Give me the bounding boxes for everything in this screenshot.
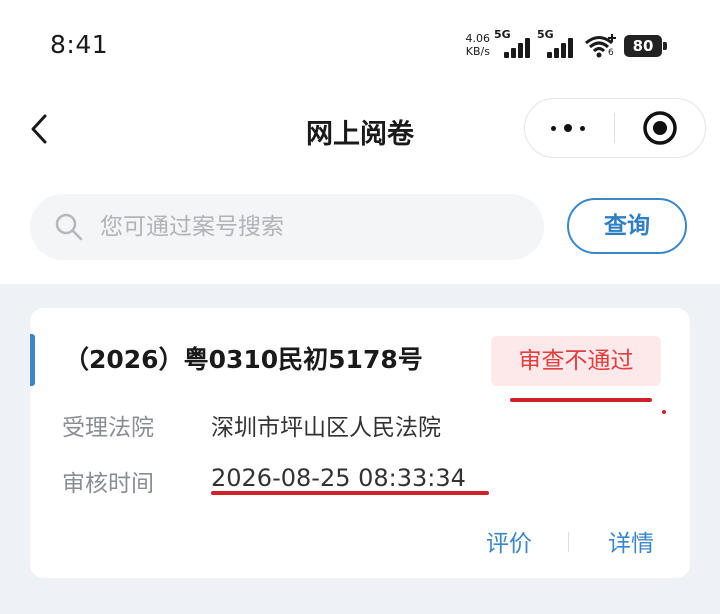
target-circle-icon bbox=[643, 111, 677, 145]
detail-link[interactable]: 详情 bbox=[608, 524, 654, 558]
chevron-left-icon bbox=[31, 114, 47, 144]
case-card[interactable]: （2026）粤0310民初5178号 审查不通过 受理法院 深圳市坪山区人民法院… bbox=[30, 308, 690, 578]
review-time-value: 2026-08-25 08:33:34 bbox=[211, 464, 466, 492]
query-button[interactable]: 查询 bbox=[567, 198, 687, 254]
search-area: 查询 bbox=[0, 172, 720, 284]
battery-tip bbox=[663, 42, 667, 50]
close-mini-program-button[interactable] bbox=[641, 109, 679, 147]
nav-bar: 网上阅卷 bbox=[0, 92, 720, 172]
status-time: 8:41 bbox=[50, 30, 109, 59]
wifi-sub-label: 6 bbox=[608, 48, 614, 58]
status-bar: 8:41 4.06 KB/s 5G 5G 6 80 bbox=[0, 0, 720, 92]
status-badge: 审查不通过 bbox=[491, 336, 661, 386]
wifi-icon: 6 bbox=[584, 34, 618, 62]
annotation-underline-status bbox=[510, 398, 652, 402]
action-divider bbox=[568, 532, 569, 552]
case-list: （2026）粤0310民初5178号 审查不通过 受理法院 深圳市坪山区人民法院… bbox=[0, 284, 720, 614]
court-value: 深圳市坪山区人民法院 bbox=[211, 415, 441, 441]
case-number: （2026）粤0310民初5178号 bbox=[64, 345, 423, 374]
more-button[interactable] bbox=[545, 113, 595, 143]
card-accent-bar bbox=[30, 334, 35, 386]
search-input[interactable] bbox=[100, 194, 520, 260]
mini-program-capsule bbox=[524, 98, 706, 158]
back-button[interactable] bbox=[26, 112, 56, 146]
review-time-label: 审核时间 bbox=[62, 471, 154, 497]
search-icon bbox=[55, 213, 83, 241]
annotation-underline-time bbox=[211, 491, 489, 495]
network-speed-unit: KB/s bbox=[465, 45, 490, 58]
network-speed-value: 4.06 bbox=[465, 32, 491, 45]
battery-icon: 80 bbox=[624, 35, 662, 57]
court-label: 受理法院 bbox=[62, 415, 154, 441]
search-box[interactable] bbox=[30, 194, 544, 260]
annotation-mark bbox=[662, 410, 666, 414]
capsule-divider bbox=[614, 113, 615, 143]
review-link[interactable]: 评价 bbox=[486, 524, 532, 558]
network-speed: 4.06 KB/s bbox=[460, 32, 491, 58]
